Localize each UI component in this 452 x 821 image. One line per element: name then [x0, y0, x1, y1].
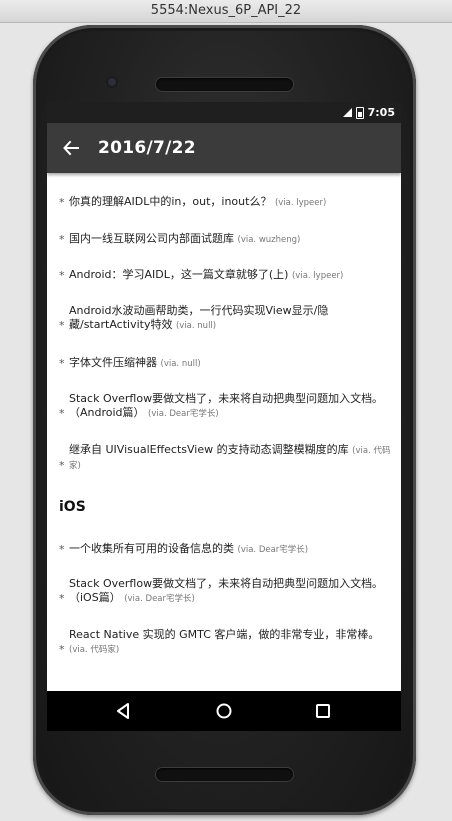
item-title: React Native 实现的 GMTC 客户端，做的非常专业，非常棒。 [69, 628, 380, 641]
list-item[interactable]: * Stack Overflow要做文档了，未来将自动把典型问题加入文档。（An… [59, 392, 391, 421]
bullet: * [59, 643, 65, 656]
bullet: * [59, 543, 65, 556]
list-item[interactable]: * 你真的理解AIDL中的in，out，inout么？ (via. lypeer… [59, 195, 391, 210]
list-item[interactable]: * 字体文件压缩神器 (via. null) [59, 356, 391, 371]
bullet: * [59, 319, 65, 332]
battery-icon [355, 106, 364, 119]
app-toolbar: 2016/7/22 [47, 123, 401, 173]
list-item[interactable]: * Android水波动画帮助类，一行代码实现View显示/隐藏/startAc… [59, 304, 391, 333]
circle-home-icon[interactable] [214, 701, 234, 721]
bullet: * [59, 459, 65, 472]
item-title: Android：学习AIDL，这一篇文章就够了(上) [69, 268, 289, 281]
item-via: (via. null) [160, 359, 201, 369]
top-speaker [156, 78, 293, 91]
item-title: 继承自 UIVisualEffectsView 的支持动态调整模糊度的库 [69, 443, 349, 456]
item-via: (via. wuzheng) [237, 235, 301, 245]
triangle-back-icon[interactable] [113, 701, 133, 721]
signal-icon [342, 108, 352, 117]
list-item[interactable]: * 一个收集所有可用的设备信息的类 (via. Dear宅学长) [59, 542, 391, 557]
arrow-back-icon [63, 140, 79, 156]
status-time: 7:05 [367, 106, 395, 119]
emulator-window-title: 5554:Nexus_6P_API_22 [0, 0, 452, 23]
item-title: 国内一线互联网公司内部面试题库 [69, 232, 234, 245]
item-via: (via. lypeer) [291, 271, 344, 281]
bullet: * [59, 357, 65, 370]
list-item[interactable]: * 继承自 UIVisualEffectsView 的支持动态调整模糊度的库 (… [59, 443, 391, 473]
phone-screen: 7:05 2016/7/22 * 你真的理解AIDL中的in，out，inout… [47, 102, 401, 731]
system-nav-bar [47, 691, 401, 731]
emulator-stage: 7:05 2016/7/22 * 你真的理解AIDL中的in，out，inout… [0, 23, 452, 821]
bullet: * [59, 196, 65, 209]
bullet: * [59, 592, 65, 605]
item-title: Stack Overflow要做文档了，未来将自动把典型问题加入文档。（iOS篇… [69, 577, 384, 604]
toolbar-title: 2016/7/22 [98, 138, 196, 158]
status-bar: 7:05 [47, 102, 401, 123]
front-camera [108, 78, 116, 86]
status-icons: 7:05 [342, 102, 395, 123]
square-recents-icon[interactable] [313, 701, 333, 721]
article-list[interactable]: * 你真的理解AIDL中的in，out，inout么？ (via. lypeer… [47, 173, 401, 691]
item-via: (via. Dear宅学长) [237, 545, 309, 555]
item-via: (via. Dear宅学长) [148, 409, 219, 419]
section-heading-ios: iOS [59, 499, 86, 515]
item-via: (via. null) [175, 321, 217, 331]
bullet: * [59, 233, 65, 246]
list-item[interactable]: * Android：学习AIDL，这一篇文章就够了(上) (via. lypee… [59, 268, 391, 283]
item-title: Stack Overflow要做文档了，未来将自动把典型问题加入文档。（Andr… [69, 392, 384, 419]
list-item[interactable]: * 国内一线互联网公司内部面试题库 (via. wuzheng) [59, 232, 391, 247]
bullet: * [59, 407, 65, 420]
item-title: 一个收集所有可用的设备信息的类 [69, 542, 234, 555]
bullet: * [59, 269, 65, 282]
list-item[interactable]: * Stack Overflow要做文档了，未来将自动把典型问题加入文档。（iO… [59, 577, 391, 606]
item-via: (via. Dear宅学长) [124, 594, 195, 604]
back-button[interactable] [57, 134, 85, 162]
item-via: (via. 代码家) [69, 645, 120, 655]
item-via: (via. lypeer) [274, 198, 327, 208]
item-title: 字体文件压缩神器 [69, 356, 157, 369]
list-item[interactable]: * React Native 实现的 GMTC 客户端，做的非常专业，非常棒。 … [59, 628, 391, 657]
bottom-speaker [156, 768, 293, 781]
item-title: 你真的理解AIDL中的in，out，inout么？ [69, 195, 272, 208]
